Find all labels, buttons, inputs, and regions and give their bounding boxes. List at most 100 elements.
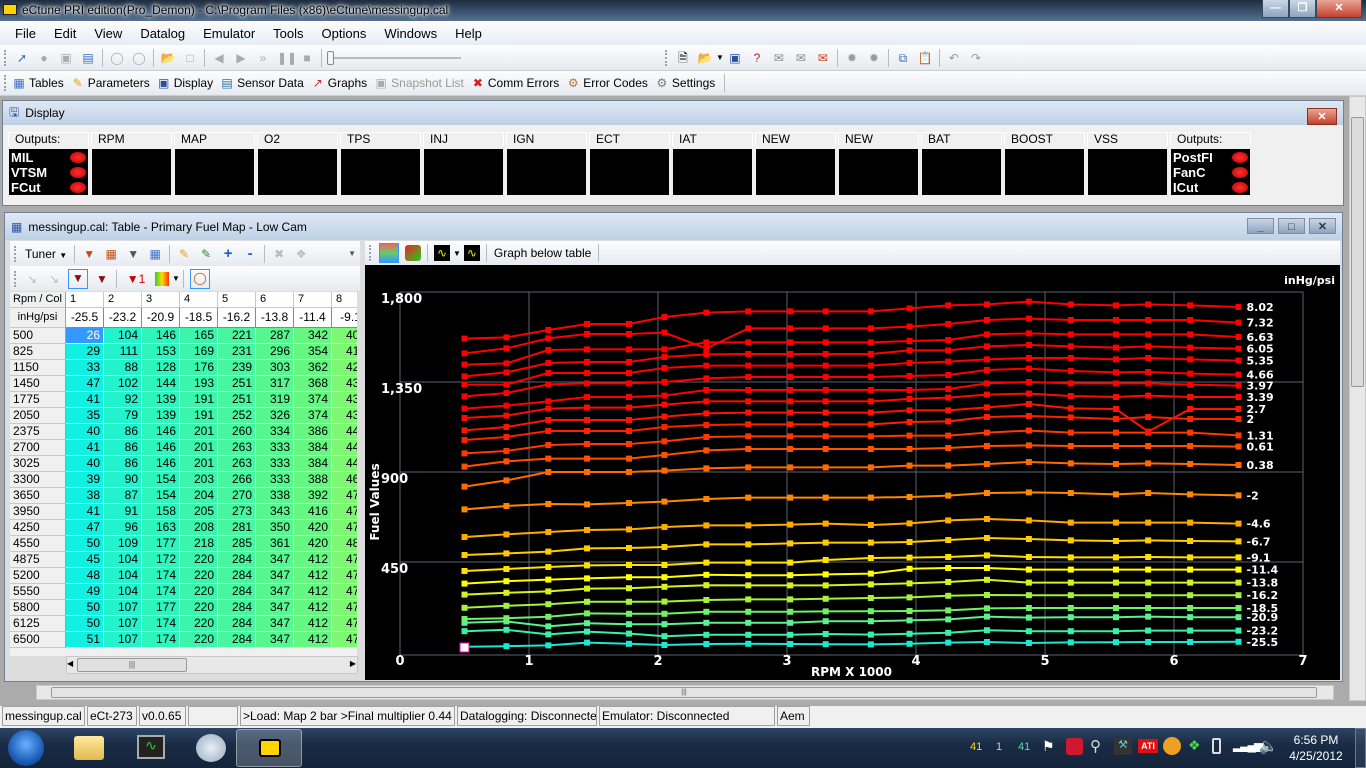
table-cell[interactable]: 39 (66, 472, 104, 488)
toolbar-grip[interactable] (4, 75, 7, 91)
paint-taskbar-icon[interactable] (196, 734, 226, 762)
table-close-button[interactable]: ✕ (1309, 218, 1336, 234)
table-cell[interactable]: 38 (66, 488, 104, 504)
upload-icon[interactable]: ◯ (109, 50, 125, 66)
stop-icon[interactable]: ■ (299, 50, 315, 66)
fast-forward-icon[interactable]: » (255, 50, 271, 66)
horizontal-scrollbar[interactable]: ||| (36, 685, 1334, 700)
row-rpm-header[interactable]: 1775 (10, 392, 66, 408)
table-cell[interactable]: 475 (332, 600, 357, 616)
maximize-button[interactable]: ❐ (1289, 0, 1316, 18)
table-cell[interactable]: 220 (180, 568, 218, 584)
table-cell[interactable]: 263 (218, 440, 256, 456)
table-cell[interactable]: 109 (104, 536, 142, 552)
new-file-icon[interactable]: 🗎 (675, 50, 691, 66)
redo-icon[interactable]: ↷ (968, 50, 984, 66)
table-cell[interactable]: 231 (218, 344, 256, 360)
table-cell[interactable]: 221 (218, 328, 256, 344)
table-cell[interactable]: 88 (104, 360, 142, 376)
table-cell[interactable]: 220 (180, 552, 218, 568)
table-cell[interactable]: 86 (104, 440, 142, 456)
table-cell[interactable]: 333 (256, 472, 294, 488)
table-cell[interactable]: 146 (142, 424, 180, 440)
row-rpm-header[interactable]: 4550 (10, 536, 66, 552)
play-icon[interactable]: ▶ (233, 50, 249, 66)
copy-icon[interactable]: ⧉ (895, 50, 911, 66)
table-cell[interactable]: 252 (218, 408, 256, 424)
column-load-header[interactable]: -11.4 (294, 308, 332, 328)
clock-time[interactable]: 6:56 PM (1288, 733, 1344, 747)
table-cell[interactable]: 29 (66, 344, 104, 360)
row-rpm-header[interactable]: 5800 (10, 600, 66, 616)
table-cell[interactable]: 146 (142, 328, 180, 344)
filter-remove-icon[interactable]: ▼ (81, 246, 97, 262)
wireless-icon[interactable]: ❖ (1188, 737, 1201, 754)
plus-icon[interactable]: + (220, 245, 236, 262)
color-scheme-icon[interactable] (155, 271, 169, 286)
save-as-icon[interactable]: ▤ (80, 50, 96, 66)
antivirus-icon[interactable] (1066, 738, 1083, 755)
table-cell[interactable]: 239 (218, 360, 256, 376)
horizontal-scrollbar-thumb[interactable]: ||| (51, 687, 1317, 698)
update-icon[interactable] (1163, 737, 1181, 755)
toolbar-parameters-button[interactable]: ✎ Parameters (70, 75, 150, 91)
table-cell[interactable]: 154 (142, 488, 180, 504)
table-cell[interactable]: 338 (256, 488, 294, 504)
graph-2d-icon[interactable] (379, 243, 399, 263)
injector-1-icon[interactable]: ↘ (24, 271, 40, 287)
help-icon[interactable]: ? (749, 50, 765, 66)
tools-icon[interactable]: ⚒ (1114, 738, 1132, 755)
table-cell[interactable]: 204 (180, 488, 218, 504)
table-cell[interactable]: 40 (66, 424, 104, 440)
column-load-header[interactable]: -25.5 (66, 308, 104, 328)
table-view-icon[interactable]: ▦ (147, 246, 163, 262)
column-number[interactable]: 3 (142, 292, 180, 308)
chevron-down-icon[interactable]: ▼ (172, 274, 180, 283)
satellite-icon[interactable]: ⚲ (1090, 737, 1101, 755)
table-cell[interactable]: 40 (66, 456, 104, 472)
edit-table-icon[interactable]: ✎ (198, 246, 214, 262)
table-cell[interactable]: 392 (294, 488, 332, 504)
table-cell[interactable]: 303 (256, 360, 294, 376)
column-number[interactable]: 1 (66, 292, 104, 308)
menu-view[interactable]: View (85, 26, 131, 41)
table-cell[interactable]: 473 (332, 632, 357, 648)
menu-help[interactable]: Help (446, 26, 491, 41)
row-rpm-header[interactable]: 4250 (10, 520, 66, 536)
table-cell[interactable]: 174 (142, 632, 180, 648)
table-cell[interactable]: 49 (66, 584, 104, 600)
table-cell[interactable]: 218 (180, 536, 218, 552)
table-cell[interactable]: 447 (332, 440, 357, 456)
paste-icon[interactable]: 📋 (917, 50, 933, 66)
previous-icon[interactable]: ◀ (211, 50, 227, 66)
table-cell[interactable]: 251 (218, 376, 256, 392)
row-rpm-header[interactable]: 2375 (10, 424, 66, 440)
table-cell[interactable]: 473 (332, 616, 357, 632)
table-cell[interactable]: 412 (294, 632, 332, 648)
table-cell[interactable]: 416 (294, 504, 332, 520)
column-number[interactable]: 4 (180, 292, 218, 308)
table-cell[interactable]: 50 (66, 536, 104, 552)
table-cell[interactable]: 347 (256, 632, 294, 648)
delete-icon[interactable]: ✉ (815, 50, 831, 66)
table-cell[interactable]: 47 (66, 376, 104, 392)
table-cell[interactable]: 384 (294, 440, 332, 456)
table-cell[interactable]: 153 (142, 344, 180, 360)
toolbar-comm-errors-button[interactable]: ✖ Comm Errors (470, 75, 559, 91)
table-cell[interactable]: 86 (104, 424, 142, 440)
table-cell[interactable]: 191 (180, 392, 218, 408)
interpolate-icon[interactable]: ✖ (271, 246, 287, 262)
table-cell[interactable]: 333 (256, 456, 294, 472)
table-cell[interactable]: 41 (66, 440, 104, 456)
undo-icon[interactable]: ↶ (946, 50, 962, 66)
column-load-header[interactable]: -20.9 (142, 308, 180, 328)
menu-tools[interactable]: Tools (264, 26, 312, 41)
menu-datalog[interactable]: Datalog (131, 26, 194, 41)
table-cell[interactable]: 104 (104, 328, 142, 344)
table-cell[interactable]: 35 (66, 408, 104, 424)
table-cell[interactable]: 273 (218, 504, 256, 520)
verify-icon[interactable]: ✹ (866, 50, 882, 66)
table-cell[interactable]: 473 (332, 584, 357, 600)
table-cell[interactable]: 319 (256, 392, 294, 408)
table-cell[interactable]: 33 (66, 360, 104, 376)
